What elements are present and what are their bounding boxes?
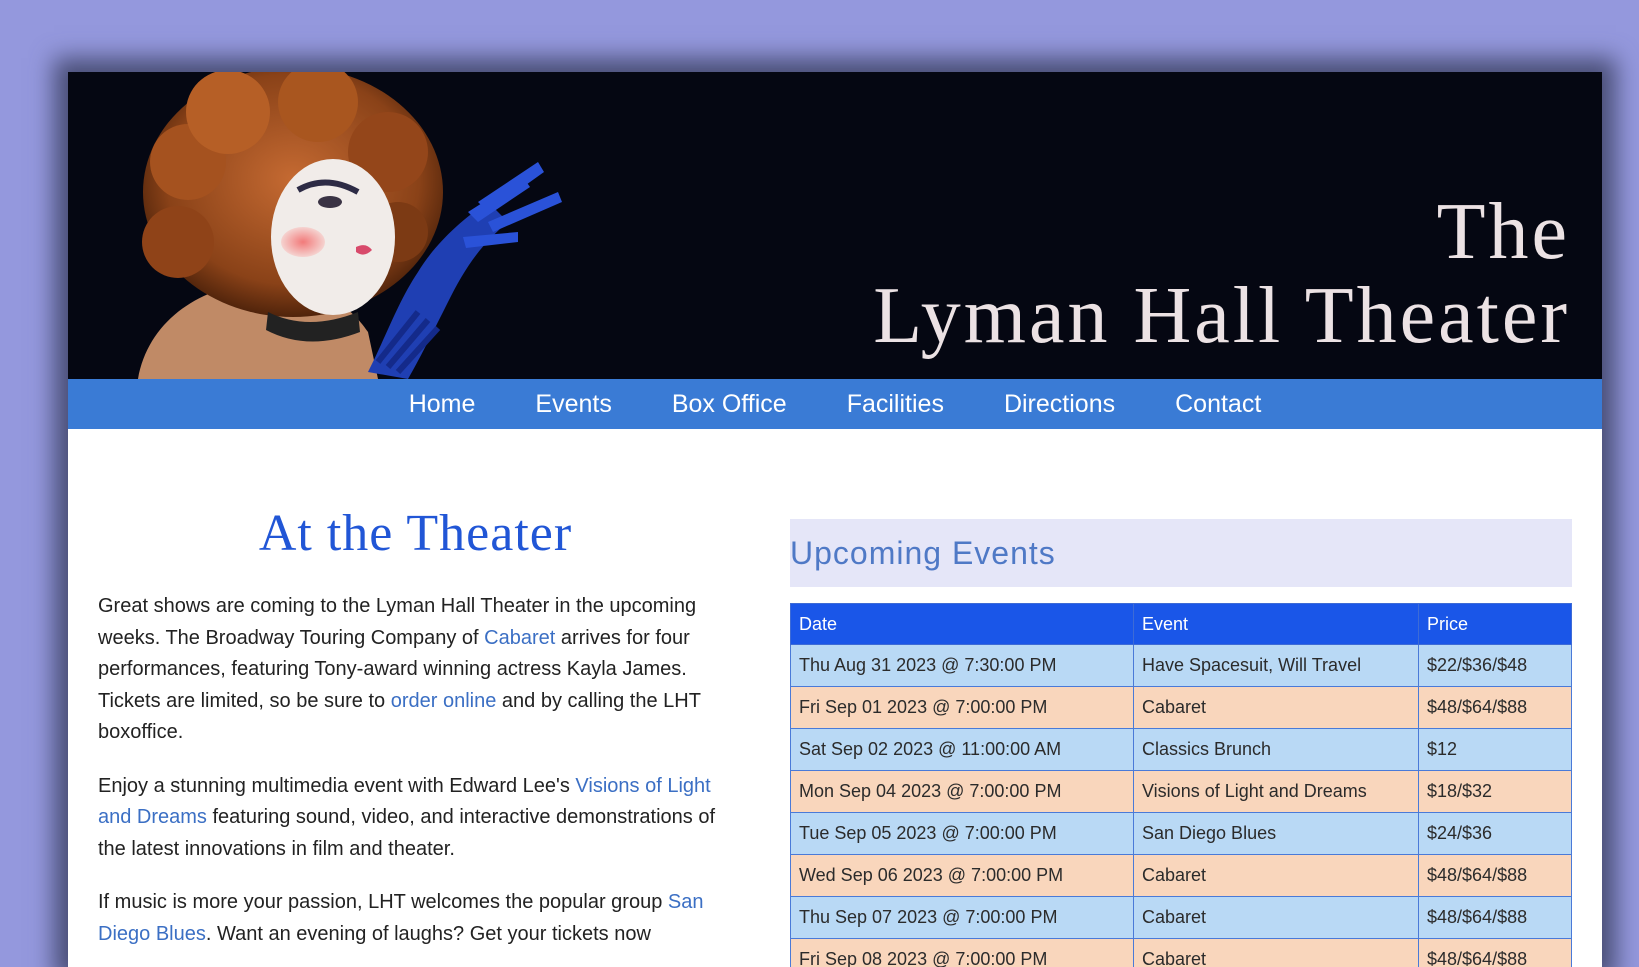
column-header-event: Event xyxy=(1134,604,1419,645)
event-price: $22/$36/$48 xyxy=(1419,645,1572,687)
event-date: Sat Sep 02 2023 @ 11:00:00 AM xyxy=(791,729,1134,771)
event-date: Thu Sep 07 2023 @ 7:00:00 PM xyxy=(791,897,1134,939)
event-date: Tue Sep 05 2023 @ 7:00:00 PM xyxy=(791,813,1134,855)
event-name: Cabaret xyxy=(1134,687,1419,729)
p3-text-1: If music is more your passion, LHT welco… xyxy=(98,891,668,913)
p3-text-2: . Want an evening of laughs? Get your ti… xyxy=(206,923,651,945)
event-name: Cabaret xyxy=(1134,855,1419,897)
site-banner: The Lyman Hall Theater xyxy=(68,72,1602,379)
page-heading: At the Theater xyxy=(98,504,733,563)
event-name: Classics Brunch xyxy=(1134,729,1419,771)
main-nav: Home Events Box Office Facilities Direct… xyxy=(68,379,1602,429)
event-date: Mon Sep 04 2023 @ 7:00:00 PM xyxy=(791,771,1134,813)
events-table: Date Event Price Thu Aug 31 2023 @ 7:30:… xyxy=(790,603,1572,967)
event-name: San Diego Blues xyxy=(1134,813,1419,855)
site-title: The Lyman Hall Theater xyxy=(873,190,1570,358)
cabaret-link[interactable]: Cabaret xyxy=(484,627,555,649)
intro-paragraph-1: Great shows are coming to the Lyman Hall… xyxy=(98,591,733,749)
page: The Lyman Hall Theater Home Events Box O… xyxy=(68,72,1602,967)
table-row: Fri Sep 08 2023 @ 7:00:00 PM Cabaret $48… xyxy=(791,939,1572,967)
order-online-link[interactable]: order online xyxy=(391,690,497,712)
site-title-line2: Lyman Hall Theater xyxy=(873,274,1570,358)
p2-text-1: Enjoy a stunning multimedia event with E… xyxy=(98,775,575,797)
nav-directions[interactable]: Directions xyxy=(1004,390,1115,419)
event-price: $18/$32 xyxy=(1419,771,1572,813)
intro-paragraph-2: Enjoy a stunning multimedia event with E… xyxy=(98,771,733,866)
table-row: Wed Sep 06 2023 @ 7:00:00 PM Cabaret $48… xyxy=(791,855,1572,897)
event-price: $12 xyxy=(1419,729,1572,771)
column-header-price: Price xyxy=(1419,604,1572,645)
main-content: At the Theater Great shows are coming to… xyxy=(68,429,1602,967)
table-row: Fri Sep 01 2023 @ 7:00:00 PM Cabaret $48… xyxy=(791,687,1572,729)
intro-section: At the Theater Great shows are coming to… xyxy=(98,504,733,967)
table-row: Thu Aug 31 2023 @ 7:30:00 PM Have Spaces… xyxy=(791,645,1572,687)
event-name: Visions of Light and Dreams xyxy=(1134,771,1419,813)
performer-illustration xyxy=(68,72,628,379)
column-header-date: Date xyxy=(791,604,1134,645)
event-price: $48/$64/$88 xyxy=(1419,939,1572,967)
event-date: Fri Sep 08 2023 @ 7:00:00 PM xyxy=(791,939,1134,967)
event-date: Fri Sep 01 2023 @ 7:00:00 PM xyxy=(791,687,1134,729)
event-date: Wed Sep 06 2023 @ 7:00:00 PM xyxy=(791,855,1134,897)
events-heading: Upcoming Events xyxy=(790,535,1056,572)
event-price: $48/$64/$88 xyxy=(1419,687,1572,729)
nav-facilities[interactable]: Facilities xyxy=(847,390,944,419)
intro-paragraph-3: If music is more your passion, LHT welco… xyxy=(98,887,733,950)
event-name: Cabaret xyxy=(1134,897,1419,939)
event-price: $48/$64/$88 xyxy=(1419,897,1572,939)
event-price: $48/$64/$88 xyxy=(1419,855,1572,897)
event-name: Have Spacesuit, Will Travel xyxy=(1134,645,1419,687)
event-price: $24/$36 xyxy=(1419,813,1572,855)
table-row: Sat Sep 02 2023 @ 11:00:00 AM Classics B… xyxy=(791,729,1572,771)
site-title-line1: The xyxy=(873,190,1570,274)
table-row: Mon Sep 04 2023 @ 7:00:00 PM Visions of … xyxy=(791,771,1572,813)
nav-events[interactable]: Events xyxy=(535,390,611,419)
event-name: Cabaret xyxy=(1134,939,1419,967)
events-header-row: Date Event Price xyxy=(791,604,1572,645)
nav-home[interactable]: Home xyxy=(409,390,476,419)
table-row: Thu Sep 07 2023 @ 7:00:00 PM Cabaret $48… xyxy=(791,897,1572,939)
upcoming-events-section: Upcoming Events Date Event Price Thu Aug… xyxy=(790,519,1572,967)
nav-box-office[interactable]: Box Office xyxy=(672,390,787,419)
table-row: Tue Sep 05 2023 @ 7:00:00 PM San Diego B… xyxy=(791,813,1572,855)
events-heading-bar: Upcoming Events xyxy=(790,519,1572,587)
nav-contact[interactable]: Contact xyxy=(1175,390,1261,419)
event-date: Thu Aug 31 2023 @ 7:30:00 PM xyxy=(791,645,1134,687)
